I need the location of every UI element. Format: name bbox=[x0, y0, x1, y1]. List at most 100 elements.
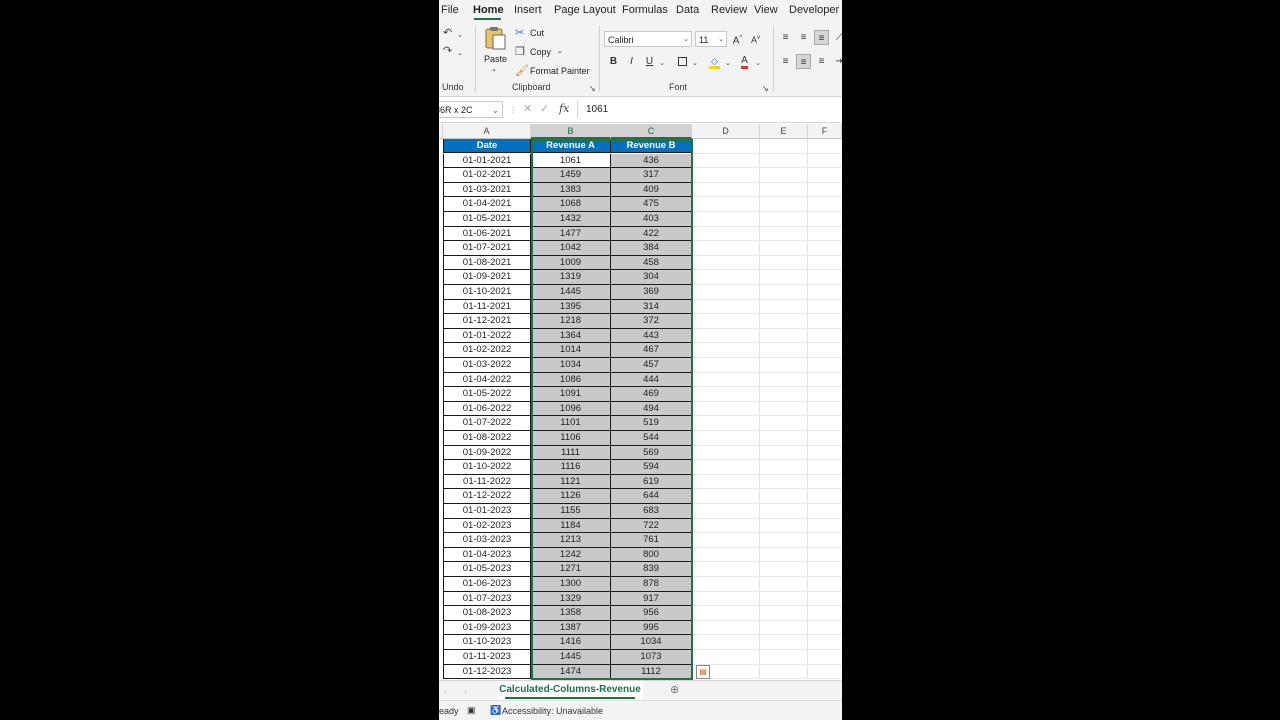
value-cell[interactable]: 1101 bbox=[531, 416, 611, 431]
quick-analysis-button[interactable]: ▤ bbox=[696, 665, 710, 679]
value-cell[interactable]: 314 bbox=[611, 299, 692, 315]
column-header-a[interactable]: A bbox=[443, 124, 531, 139]
undo-dropdown-icon[interactable]: ⌄ bbox=[457, 30, 463, 41]
value-cell[interactable]: 1300 bbox=[531, 577, 611, 592]
column-header-f[interactable]: F bbox=[808, 124, 842, 139]
align-center-button[interactable]: ≡ bbox=[796, 54, 811, 69]
date-cell[interactable]: 01-02-2023 bbox=[443, 518, 531, 534]
value-cell[interactable]: 1242 bbox=[531, 547, 611, 563]
value-cell[interactable]: 469 bbox=[611, 387, 692, 402]
align-left-button[interactable]: ≡ bbox=[778, 54, 793, 69]
value-cell[interactable]: 403 bbox=[611, 212, 692, 227]
value-cell[interactable]: 995 bbox=[611, 620, 692, 636]
value-cell[interactable]: 1319 bbox=[531, 270, 611, 285]
value-cell[interactable]: 1061 bbox=[531, 153, 611, 169]
tab-data[interactable]: Data bbox=[676, 4, 699, 16]
date-cell[interactable]: 01-10-2022 bbox=[443, 460, 531, 475]
date-cell[interactable]: 01-03-2021 bbox=[443, 182, 531, 198]
borders-dropdown-icon[interactable]: ⌄ bbox=[692, 58, 698, 69]
date-cell[interactable]: 01-11-2021 bbox=[443, 299, 531, 315]
value-cell[interactable]: 878 bbox=[611, 577, 692, 592]
value-cell[interactable]: 444 bbox=[611, 372, 692, 388]
table-header-cell[interactable]: Date bbox=[443, 138, 531, 154]
value-cell[interactable]: 644 bbox=[611, 489, 692, 504]
value-cell[interactable]: 1073 bbox=[611, 650, 692, 665]
value-cell[interactable]: 1432 bbox=[531, 212, 611, 227]
date-cell[interactable]: 01-09-2022 bbox=[443, 445, 531, 461]
column-header-c[interactable]: C bbox=[611, 124, 692, 139]
font-size-select[interactable]: 11 ⌄ bbox=[695, 31, 727, 47]
underline-dropdown-icon[interactable]: ⌄ bbox=[659, 58, 665, 69]
cancel-icon[interactable]: ✕ bbox=[523, 104, 532, 115]
table-header-cell[interactable]: Revenue A bbox=[531, 138, 611, 154]
decrease-font-size-button[interactable]: Av bbox=[748, 31, 763, 46]
date-cell[interactable]: 01-09-2021 bbox=[443, 270, 531, 285]
value-cell[interactable]: 1474 bbox=[531, 664, 611, 680]
value-cell[interactable]: 384 bbox=[611, 241, 692, 256]
insert-function-icon[interactable]: fx bbox=[559, 103, 569, 114]
value-cell[interactable]: 1121 bbox=[531, 474, 611, 490]
tab-home[interactable]: Home bbox=[473, 4, 504, 16]
value-cell[interactable]: 475 bbox=[611, 197, 692, 212]
value-cell[interactable]: 1445 bbox=[531, 650, 611, 665]
value-cell[interactable]: 1387 bbox=[531, 620, 611, 636]
borders-button[interactable] bbox=[675, 54, 690, 69]
date-cell[interactable]: 01-04-2021 bbox=[443, 197, 531, 212]
date-cell[interactable]: 01-03-2023 bbox=[443, 533, 531, 548]
date-cell[interactable]: 01-11-2023 bbox=[443, 650, 531, 665]
date-cell[interactable]: 01-05-2023 bbox=[443, 562, 531, 577]
date-cell[interactable]: 01-12-2021 bbox=[443, 314, 531, 329]
date-cell[interactable]: 01-07-2023 bbox=[443, 591, 531, 607]
value-cell[interactable]: 1126 bbox=[531, 489, 611, 504]
value-cell[interactable]: 1116 bbox=[531, 460, 611, 475]
date-cell[interactable]: 01-09-2023 bbox=[443, 620, 531, 636]
date-cell[interactable]: 01-06-2021 bbox=[443, 226, 531, 242]
value-cell[interactable]: 1184 bbox=[531, 518, 611, 534]
copy-button[interactable]: ❐ Copy ⌄ bbox=[515, 46, 565, 60]
value-cell[interactable]: 1111 bbox=[531, 445, 611, 461]
value-cell[interactable]: 594 bbox=[611, 460, 692, 475]
align-right-button[interactable]: ≡ bbox=[814, 54, 829, 69]
value-cell[interactable]: 422 bbox=[611, 226, 692, 242]
value-cell[interactable]: 1364 bbox=[531, 328, 611, 344]
value-cell[interactable]: 839 bbox=[611, 562, 692, 577]
column-header-b[interactable]: B bbox=[531, 124, 611, 139]
column-header-e[interactable]: E bbox=[760, 124, 808, 139]
redo-icon[interactable]: ↷ bbox=[443, 46, 452, 57]
align-middle-button[interactable]: ≡ bbox=[796, 30, 811, 45]
date-cell[interactable]: 01-07-2021 bbox=[443, 241, 531, 256]
value-cell[interactable]: 304 bbox=[611, 270, 692, 285]
date-cell[interactable]: 01-11-2022 bbox=[443, 474, 531, 490]
value-cell[interactable]: 619 bbox=[611, 474, 692, 490]
date-cell[interactable]: 01-04-2023 bbox=[443, 547, 531, 563]
value-cell[interactable]: 1218 bbox=[531, 314, 611, 329]
column-header-d[interactable]: D bbox=[692, 124, 760, 139]
date-cell[interactable]: 01-05-2022 bbox=[443, 387, 531, 402]
tab-view[interactable]: View bbox=[754, 4, 778, 16]
value-cell[interactable]: 1091 bbox=[531, 387, 611, 402]
underline-button[interactable]: U bbox=[642, 54, 657, 69]
format-painter-button[interactable]: 🖌 Format Painter bbox=[515, 65, 593, 79]
tab-file[interactable]: File bbox=[441, 4, 459, 16]
date-cell[interactable]: 01-02-2022 bbox=[443, 343, 531, 358]
date-cell[interactable]: 01-03-2022 bbox=[443, 358, 531, 373]
date-cell[interactable]: 01-12-2022 bbox=[443, 489, 531, 504]
value-cell[interactable]: 683 bbox=[611, 504, 692, 519]
date-cell[interactable]: 01-08-2021 bbox=[443, 255, 531, 271]
value-cell[interactable]: 800 bbox=[611, 547, 692, 563]
sheet-tab-active[interactable]: Calculated-Columns-Revenue bbox=[497, 681, 643, 700]
indent-button[interactable]: ⇥ bbox=[832, 54, 842, 69]
undo-icon[interactable]: ↶ bbox=[443, 28, 452, 39]
date-cell[interactable]: 01-10-2021 bbox=[443, 285, 531, 300]
font-color-button[interactable]: A bbox=[737, 53, 752, 69]
value-cell[interactable]: 1329 bbox=[531, 591, 611, 607]
fill-color-dropdown-icon[interactable]: ⌄ bbox=[725, 58, 731, 69]
value-cell[interactable]: 1068 bbox=[531, 197, 611, 212]
value-cell[interactable]: 494 bbox=[611, 401, 692, 417]
value-cell[interactable]: 317 bbox=[611, 168, 692, 183]
value-cell[interactable]: 519 bbox=[611, 416, 692, 431]
add-sheet-icon[interactable]: ⊕ bbox=[670, 685, 679, 696]
value-cell[interactable]: 1042 bbox=[531, 241, 611, 256]
value-cell[interactable]: 1106 bbox=[531, 431, 611, 446]
table-header-cell[interactable]: Revenue B bbox=[611, 138, 692, 154]
